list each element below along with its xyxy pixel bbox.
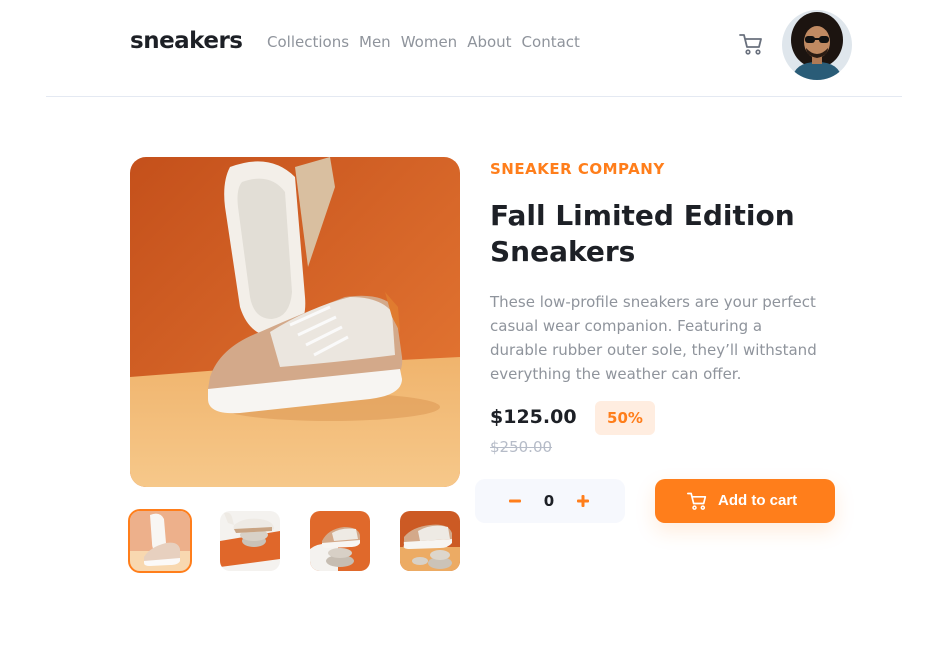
minus-icon[interactable] bbox=[495, 479, 535, 523]
cart-icon bbox=[686, 491, 708, 511]
quantity-stepper: 0 bbox=[475, 479, 625, 523]
add-to-cart-label: Add to cart bbox=[718, 492, 798, 509]
cart-icon[interactable] bbox=[738, 32, 764, 56]
product-main-image[interactable] bbox=[130, 157, 460, 487]
add-to-cart-button[interactable]: Add to cart bbox=[655, 479, 835, 523]
product-thumbnail-3[interactable] bbox=[310, 511, 370, 571]
user-avatar[interactable] bbox=[782, 10, 852, 80]
discount-badge: 50% bbox=[595, 401, 655, 435]
product-description: These low-profile sneakers are your perf… bbox=[490, 293, 817, 383]
nav-link-about[interactable]: About bbox=[467, 33, 511, 51]
nav-link-collections[interactable]: Collections bbox=[267, 33, 349, 51]
site-logo[interactable]: sneakers bbox=[130, 28, 243, 54]
current-price: $125.00 bbox=[490, 406, 577, 428]
site-header: sneakers Collections Men Women About Con… bbox=[46, 0, 902, 97]
main-nav: Collections Men Women About Contact bbox=[267, 33, 580, 51]
nav-link-contact[interactable]: Contact bbox=[522, 33, 580, 51]
nav-link-women[interactable]: Women bbox=[401, 33, 457, 51]
company-name: SNEAKER COMPANY bbox=[490, 160, 665, 178]
nav-link-men[interactable]: Men bbox=[359, 33, 391, 51]
original-price: $250.00 bbox=[490, 438, 553, 456]
plus-icon[interactable] bbox=[563, 479, 603, 523]
quantity-value: 0 bbox=[543, 492, 555, 510]
product-title: Fall Limited Edition Sneakers bbox=[490, 199, 795, 268]
product-thumbnail-4[interactable] bbox=[400, 511, 460, 571]
product-thumbnail-2[interactable] bbox=[220, 511, 280, 571]
product-thumbnail-1[interactable] bbox=[128, 509, 192, 573]
